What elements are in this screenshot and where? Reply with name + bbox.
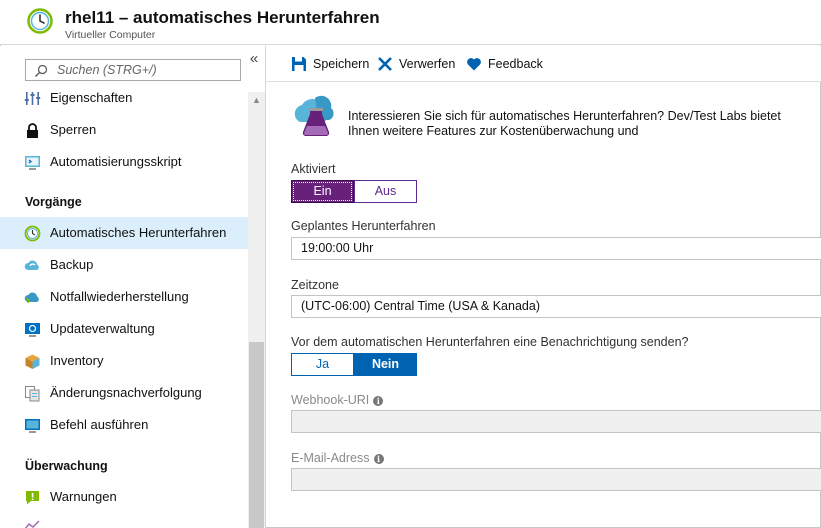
search-input[interactable]: Suchen (STRG+/): [25, 59, 241, 81]
sidebar-item-eigenschaften[interactable]: Eigenschaften: [0, 82, 248, 114]
sidebar-item-label: Eigenschaften: [50, 90, 133, 105]
save-button[interactable]: Speichern: [291, 55, 369, 73]
properties-icon: [24, 92, 41, 105]
feedback-button[interactable]: Feedback: [466, 55, 543, 73]
sidebar-item-label: Befehl ausführen: [50, 417, 149, 432]
toggle-on-option[interactable]: Ein: [291, 180, 354, 203]
close-icon: [378, 57, 392, 71]
devtest-labs-icon: [294, 95, 334, 137]
collapse-sidebar-button[interactable]: «: [246, 50, 262, 67]
sidebar-item-backup[interactable]: Backup: [0, 249, 248, 281]
sidebar-item-sperren[interactable]: Sperren: [0, 114, 248, 146]
info-icon[interactable]: i: [373, 453, 384, 464]
cloud-recovery-icon: [24, 292, 39, 304]
sidebar-item-inventory[interactable]: Inventory: [0, 345, 248, 377]
webhook-label: Webhook-URI i: [291, 393, 384, 407]
section-heading-ueberwachung: Überwachung: [25, 459, 108, 473]
sidebar-item-label: Notfallwiederherstellung: [50, 289, 189, 304]
search-placeholder: Suchen (STRG+/): [57, 63, 157, 77]
sidebar-item-updateverwaltung[interactable]: Updateverwaltung: [0, 313, 248, 345]
sidebar-item-notfallwiederherstellung[interactable]: Notfallwiederherstellung: [0, 281, 248, 313]
metrics-icon: [24, 520, 40, 528]
enabled-label: Aktiviert: [291, 162, 336, 176]
webhook-input[interactable]: [291, 410, 821, 433]
notify-yes-option[interactable]: Ja: [291, 353, 354, 376]
page-title: rhel11 – automatisches Herunterfahren: [65, 8, 380, 27]
auto-shutdown-clock-icon: [27, 8, 53, 34]
sidebar-item-automatisierungsskript[interactable]: Automatisierungsskript: [0, 146, 248, 178]
save-icon: [292, 57, 306, 71]
scroll-up-arrow-icon[interactable]: ▲: [248, 92, 265, 109]
search-icon: [35, 64, 48, 77]
package-icon: [25, 354, 40, 369]
scrollbar-thumb[interactable]: [249, 342, 264, 528]
sidebar-item-label: Automatisierungsskript: [50, 154, 182, 169]
info-icon[interactable]: i: [373, 395, 384, 406]
blade-header: rhel11 – automatisches Herunterfahren Vi…: [0, 0, 821, 45]
cloud-backup-icon: [24, 260, 39, 270]
toggle-off-option[interactable]: Aus: [354, 180, 417, 203]
update-icon: [25, 323, 40, 337]
sidebar-item-label: Warnungen: [50, 489, 117, 504]
clock-icon: [24, 225, 41, 242]
sidebar-item-label: Sperren: [50, 122, 97, 137]
sidebar-item-aenderungsnachverfolgung[interactable]: Änderungsnachverfolgung: [0, 377, 248, 409]
sidebar-item-automatisches-herunterfahren[interactable]: Automatisches Herunterfahren: [0, 217, 248, 249]
lock-icon: [27, 123, 38, 138]
sidebar-item-label: Inventory: [50, 353, 104, 368]
sidebar-item-label: Updateverwaltung: [50, 321, 155, 336]
discard-button[interactable]: Verwerfen: [377, 55, 455, 73]
sidebar-item-label: Änderungsnachverfolgung: [50, 385, 202, 400]
run-command-icon: [25, 419, 40, 433]
notify-no-option[interactable]: Nein: [354, 353, 417, 376]
sidebar-item-label: Backup: [50, 257, 94, 272]
email-label: E-Mail-Adress i: [291, 451, 384, 465]
notify-toggle[interactable]: Ja Nein: [291, 353, 417, 376]
alert-icon: [26, 491, 39, 505]
script-icon: [25, 156, 40, 170]
sidebar-item-label: Automatisches Herunterfahren: [50, 225, 227, 240]
sidebar: Suchen (STRG+/) « Eigenschaften Sperren …: [0, 46, 266, 528]
section-heading-vorgaenge: Vorgänge: [25, 195, 82, 209]
sidebar-item-befehl-ausfuehren[interactable]: Befehl ausführen: [0, 409, 248, 441]
heart-icon: [467, 58, 481, 71]
main-content: Interessieren Sie sich für automatisches…: [266, 82, 821, 528]
scheduled-shutdown-input[interactable]: 19:00:00 Uhr: [291, 237, 821, 260]
change-tracking-icon: [25, 386, 40, 402]
email-input[interactable]: [291, 468, 821, 491]
notify-label: Vor dem automatischen Herunterfahren ein…: [291, 335, 689, 349]
page-subtitle: Virtueller Computer: [65, 29, 156, 41]
promo-text: Interessieren Sie sich für automatisches…: [348, 109, 781, 138]
timezone-select[interactable]: (UTC-06:00) Central Time (USA & Kanada): [291, 295, 821, 318]
timezone-label: Zeitzone: [291, 278, 339, 292]
scheduled-shutdown-label: Geplantes Herunterfahren: [291, 219, 436, 233]
sidebar-item-warnungen[interactable]: Warnungen: [0, 481, 248, 513]
enabled-toggle[interactable]: Ein Aus: [291, 180, 417, 203]
command-bar: Speichern Verwerfen Feedback: [266, 46, 821, 82]
sidebar-scrollbar[interactable]: ▲: [248, 92, 265, 528]
